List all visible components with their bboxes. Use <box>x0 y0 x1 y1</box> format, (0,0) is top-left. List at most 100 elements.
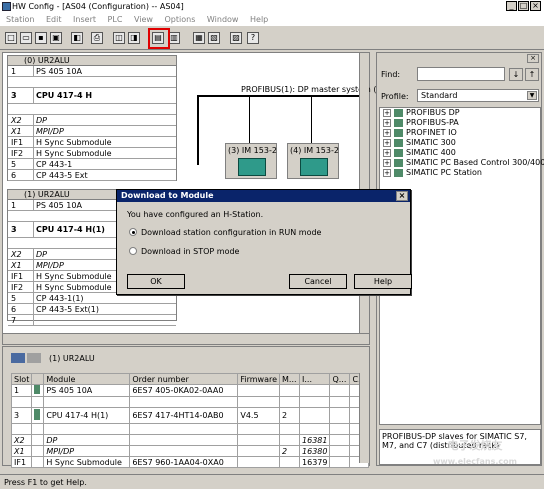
option-stop-mode-label[interactable]: Download in STOP mode <box>141 247 239 256</box>
rack-row[interactable]: X2 DP <box>8 115 176 126</box>
print-icon[interactable]: ⎙ <box>91 32 103 44</box>
help-button[interactable]: Help <box>354 274 412 289</box>
title-bar: HW Config - [AS04 (Configuration) -- AS0… <box>0 0 544 13</box>
rack-row[interactable]: X1 MPI/DP <box>8 126 176 137</box>
dialog-title-bar: Download to Module × <box>117 190 410 202</box>
tree-item-simatic-300[interactable]: + SIMATIC 300 <box>380 138 540 148</box>
table-row[interactable]: X1 MPI/DP 2 16380 <box>10 445 369 457</box>
menu-options[interactable]: Options <box>165 15 196 24</box>
expand-icon[interactable]: + <box>383 169 391 177</box>
forward-arrow-icon[interactable] <box>27 353 41 363</box>
load-icon[interactable]: ◧ <box>71 32 83 44</box>
open-icon[interactable]: ▭ <box>20 32 32 44</box>
menu-view[interactable]: View <box>134 15 153 24</box>
back-arrow-icon[interactable] <box>11 353 25 363</box>
rack-row[interactable]: 5 CP 443-1 <box>8 159 176 170</box>
column-header[interactable]: Slot <box>10 373 33 385</box>
radio-run-mode[interactable] <box>129 228 137 236</box>
table-row[interactable] <box>10 396 369 408</box>
download-dialog: Download to Module × You have configured… <box>116 189 412 295</box>
tree-item-simatic-pc-based[interactable]: + SIMATIC PC Based Control 300/400 <box>380 158 544 168</box>
column-header[interactable]: Q... <box>329 373 351 385</box>
save-compile-icon[interactable]: ▣ <box>50 32 62 44</box>
maximize-button[interactable]: □ <box>518 1 529 11</box>
column-header[interactable]: I... <box>299 373 331 385</box>
table-row[interactable] <box>10 423 369 435</box>
pc-station-icon <box>394 169 403 177</box>
menu-plc[interactable]: PLC <box>108 15 123 24</box>
expand-icon[interactable]: + <box>383 139 391 147</box>
table-row[interactable]: 1 PS 405 10A 6ES7 405-0KA02-0AA0 <box>10 384 369 397</box>
rack-row[interactable]: 1 PS 405 10A <box>8 66 176 77</box>
column-header[interactable] <box>31 373 45 385</box>
rack-row[interactable] <box>8 104 176 115</box>
rack-row[interactable]: IF2 H Sync Submodule <box>8 148 176 159</box>
table-row[interactable]: 3 CPU 417-4 H(1) 6ES7 417-4HT14-0AB0 V4.5 2 <box>10 407 369 424</box>
option-run-mode-label[interactable]: Download station configuration in RUN mo… <box>141 228 321 237</box>
slave-module-icon <box>300 158 328 176</box>
column-header[interactable]: Order number <box>129 373 239 385</box>
column-header[interactable]: M... <box>279 373 301 385</box>
expand-icon[interactable]: + <box>383 159 391 167</box>
rack-row[interactable]: 7 <box>8 315 176 326</box>
catalog-icon[interactable]: ▧ <box>208 32 220 44</box>
tree-item-profibus-pa[interactable]: + PROFIBUS-PA <box>380 118 540 128</box>
menu-station[interactable]: Station <box>6 15 34 24</box>
dialog-title: Download to Module <box>121 191 214 200</box>
close-button[interactable]: × <box>530 1 541 11</box>
table-row[interactable]: X2 DP 16381 <box>10 434 369 446</box>
im153-slave-4[interactable]: (4) IM 153-2 <box>287 143 339 179</box>
expand-icon[interactable]: + <box>383 129 391 137</box>
rack-0[interactable]: (0) UR2ALU 1 PS 405 10A 3 CPU 417-4 H X2 DP… <box>7 55 177 181</box>
download-highlight-frame <box>148 28 170 49</box>
rack-row[interactable] <box>8 77 176 88</box>
find-input[interactable] <box>417 67 505 81</box>
paste-icon[interactable]: ◨ <box>128 32 140 44</box>
network-icon[interactable]: ▨ <box>230 32 242 44</box>
station-overview-icon[interactable]: ▦ <box>193 32 205 44</box>
im153-slave-3[interactable]: (3) IM 153-2 <box>225 143 277 179</box>
table-row[interactable]: IF1 H Sync Submodule 6ES7 960-1AA04-0XA0 16… <box>10 456 369 468</box>
tree-item-profinet-io[interactable]: + PROFINET IO <box>380 128 540 138</box>
expand-icon[interactable]: + <box>383 149 391 157</box>
profile-select[interactable]: Standard ▼ <box>417 89 539 102</box>
rack-row[interactable]: 6 CP 443-5 Ext(1) <box>8 304 176 315</box>
dp-bus-drop <box>197 95 199 165</box>
panel-close-icon[interactable]: × <box>527 54 539 63</box>
tree-item-profibus-dp[interactable]: + PROFIBUS DP <box>380 108 540 118</box>
cpu-icon <box>34 409 41 420</box>
cancel-button[interactable]: Cancel <box>289 274 347 289</box>
tree-item-simatic-400[interactable]: + SIMATIC 400 <box>380 148 540 158</box>
help-icon[interactable]: ? <box>247 32 259 44</box>
menu-help[interactable]: Help <box>250 15 268 24</box>
find-label: Find: <box>381 70 401 79</box>
find-next-icon[interactable]: ↓ <box>509 68 523 81</box>
toolbar: □ ▭ ▪ ▣ ◧ ⎙ ◫ ◨ ▤ ▥ ▦ ▧ ▨ ? <box>0 26 544 50</box>
save-icon[interactable]: ▪ <box>35 32 47 44</box>
module-icon <box>34 385 41 394</box>
canvas-horizontal-scrollbar[interactable] <box>3 333 369 344</box>
status-text: Press F1 to get Help. <box>4 478 87 487</box>
menu-insert[interactable]: Insert <box>73 15 96 24</box>
menu-edit[interactable]: Edit <box>46 15 62 24</box>
rack-row[interactable]: 6 CP 443-5 Ext <box>8 170 176 181</box>
dp-bus-line[interactable] <box>197 95 363 97</box>
expand-icon[interactable]: + <box>383 109 391 117</box>
detail-title: (1) UR2ALU <box>49 354 95 363</box>
chevron-down-icon[interactable]: ▼ <box>527 91 537 100</box>
rack-row-cpu[interactable]: 3 CPU 417-4 H <box>8 88 176 104</box>
column-header[interactable]: Firmware <box>237 373 281 385</box>
rack-row[interactable]: IF1 H Sync Submodule <box>8 137 176 148</box>
radio-stop-mode[interactable] <box>129 247 137 255</box>
tree-item-simatic-pc-station[interactable]: + SIMATIC PC Station <box>380 168 540 178</box>
dialog-close-icon[interactable]: × <box>396 191 408 201</box>
menu-window[interactable]: Window <box>207 15 239 24</box>
detail-vertical-scrollbar[interactable] <box>359 373 369 463</box>
copy-icon[interactable]: ◫ <box>113 32 125 44</box>
new-icon[interactable]: □ <box>5 32 17 44</box>
minimize-button[interactable]: _ <box>506 1 517 11</box>
expand-icon[interactable]: + <box>383 119 391 127</box>
find-previous-icon[interactable]: ↑ <box>525 68 539 81</box>
ok-button[interactable]: OK <box>127 274 185 289</box>
column-header[interactable]: Module <box>43 373 131 385</box>
